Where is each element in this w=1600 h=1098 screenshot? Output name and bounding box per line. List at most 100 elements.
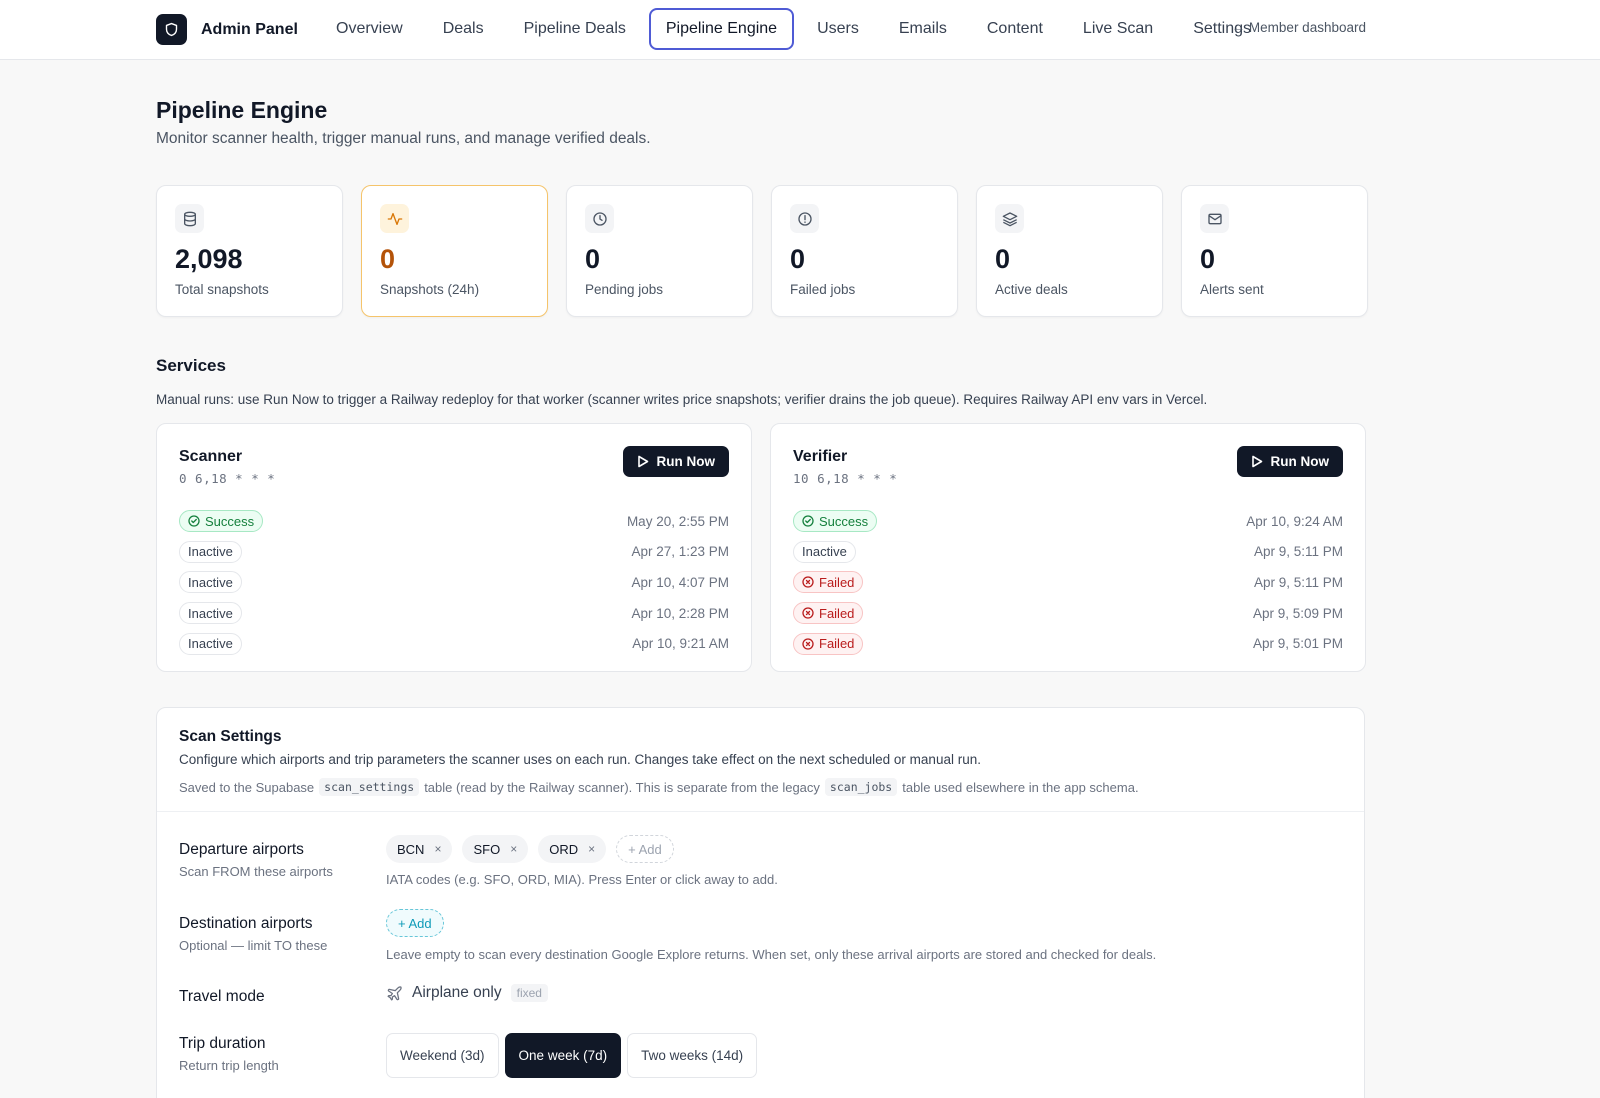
service-cron: 10 6,18 * * * [793, 471, 898, 486]
code-scan-jobs: scan_jobs [824, 778, 898, 796]
status-badge: Inactive [179, 602, 242, 625]
stat-card-failed-jobs: 0 Failed jobs [771, 185, 958, 317]
shield-icon [156, 14, 187, 45]
service-name: Verifier [793, 448, 848, 465]
service-card-scanner: Scanner 0 6,18 * * * Run Now Success May… [156, 423, 752, 672]
scan-settings-header: Scan Settings Configure which airports a… [157, 708, 1364, 812]
status-badge: Inactive [793, 540, 856, 563]
airport-chip: ORD × [538, 835, 607, 863]
destination-help: Leave empty to scan every destination Go… [386, 947, 1157, 962]
play-icon [637, 455, 648, 468]
status-text: Inactive [802, 544, 847, 560]
tab-content[interactable]: Content [970, 8, 1060, 50]
note-text: table (read by the Railway scanner). Thi… [424, 779, 820, 795]
services-title: Services [156, 356, 226, 375]
x-circle-icon [802, 607, 814, 619]
database-icon [175, 204, 204, 233]
stat-card-alerts-sent: 0 Alerts sent [1181, 185, 1368, 317]
run-time: Apr 27, 1:23 PM [631, 544, 729, 560]
note-text: Saved to the Supabase [179, 779, 315, 795]
run-time: Apr 9, 5:09 PM [1252, 605, 1343, 621]
travel-mode-value: Airplane only fixed [386, 984, 548, 1002]
play-icon [1251, 455, 1262, 468]
status-text: Success [205, 513, 255, 529]
member-dashboard-link[interactable]: ← Member dashboard [1232, 20, 1366, 35]
run-row: Inactive Apr 27, 1:23 PM [179, 537, 729, 568]
run-row: Success Apr 10, 9:24 AM [793, 506, 1343, 537]
status-badge: Inactive [179, 571, 242, 594]
trip-duration-weekend[interactable]: Weekend (3d) [386, 1033, 499, 1078]
status-badge: Failed [793, 602, 864, 625]
run-time: Apr 9, 5:11 PM [1253, 574, 1343, 590]
tab-pipeline-engine[interactable]: Pipeline Engine [648, 8, 795, 50]
departure-help: IATA codes (e.g. SFO, ORD, MIA). Press E… [386, 872, 778, 887]
brand[interactable]: Admin Panel [156, 14, 298, 45]
stat-card-total-snapshots: 2,098 Total snapshots [156, 185, 343, 317]
status-text: Failed [819, 636, 855, 652]
tab-live-scan[interactable]: Live Scan [1066, 8, 1170, 50]
tab-deals[interactable]: Deals [426, 8, 501, 50]
chip-label: SFO [473, 841, 501, 857]
run-time: Apr 9, 5:11 PM [1253, 544, 1343, 560]
close-icon[interactable]: × [510, 842, 517, 856]
stat-value: 0 [585, 244, 601, 274]
run-time: Apr 10, 9:24 AM [1246, 513, 1343, 529]
run-row: Success May 20, 2:55 PM [179, 506, 729, 537]
run-row: Inactive Apr 10, 4:07 PM [179, 567, 729, 598]
status-badge: Failed [793, 632, 864, 655]
top-nav: Admin Panel Overview Deals Pipeline Deal… [0, 0, 1600, 60]
stat-cards: 2,098 Total snapshots 0 Snapshots (24h) … [156, 185, 1368, 317]
status-text: Inactive [188, 544, 233, 560]
stat-card-snapshots-24h: 0 Snapshots (24h) [361, 185, 548, 317]
scanner-run-now-button[interactable]: Run Now [622, 446, 729, 477]
run-row: Failed Apr 9, 5:11 PM [793, 567, 1343, 598]
run-time: Apr 10, 4:07 PM [631, 574, 729, 590]
tab-emails[interactable]: Emails [882, 8, 964, 50]
run-time: Apr 9, 5:01 PM [1252, 636, 1343, 652]
close-icon[interactable]: × [434, 842, 441, 856]
status-text: Success [819, 513, 869, 529]
scan-settings-description: Configure which airports and trip parame… [179, 752, 981, 767]
x-circle-icon [802, 576, 814, 589]
stat-label: Pending jobs [585, 282, 664, 297]
airport-chip: SFO × [462, 835, 529, 863]
run-row: Inactive Apr 10, 9:21 AM [179, 628, 729, 659]
tab-pipeline-deals[interactable]: Pipeline Deals [507, 8, 643, 50]
tab-overview[interactable]: Overview [319, 8, 420, 50]
brand-title: Admin Panel [201, 20, 298, 38]
travel-mode-text: Airplane only [412, 984, 502, 1001]
status-badge: Success [179, 510, 264, 533]
chip-label: BCN [397, 841, 425, 857]
close-icon[interactable]: × [588, 842, 595, 856]
stat-label: Total snapshots [175, 282, 269, 297]
activity-icon [380, 204, 409, 233]
add-destination-airport-button[interactable]: + Add [386, 909, 444, 937]
fixed-tag: fixed [510, 984, 548, 1002]
status-badge: Inactive [179, 540, 242, 563]
airport-chip: BCN × [386, 835, 453, 863]
status-text: Failed [819, 605, 855, 621]
services-note: Manual runs: use Run Now to trigger a Ra… [156, 392, 1208, 407]
service-card-verifier: Verifier 10 6,18 * * * Run Now Success A… [770, 423, 1366, 672]
destination-airports-label: Destination airports [179, 915, 313, 932]
scan-settings-title: Scan Settings [179, 728, 282, 745]
stat-label: Snapshots (24h) [380, 282, 480, 297]
tab-users[interactable]: Users [800, 8, 876, 50]
status-text: Inactive [188, 605, 233, 621]
page-title: Pipeline Engine [156, 97, 328, 123]
trip-duration-one-week[interactable]: One week (7d) [504, 1033, 622, 1078]
run-row: Failed Apr 9, 5:09 PM [793, 598, 1343, 629]
code-scan-settings: scan_settings [319, 778, 420, 796]
travel-mode-label: Travel mode [179, 988, 265, 1005]
status-text: Inactive [188, 636, 233, 652]
trip-duration-label: Trip duration [179, 1035, 266, 1052]
run-row: Failed Apr 9, 5:01 PM [793, 628, 1343, 659]
departure-airports-sub: Scan FROM these airports [179, 864, 333, 879]
add-departure-airport-button[interactable]: + Add [616, 835, 674, 863]
page-subtitle: Monitor scanner health, trigger manual r… [156, 130, 651, 147]
verifier-run-now-button[interactable]: Run Now [1236, 446, 1343, 477]
status-badge: Success [793, 510, 878, 533]
trip-duration-sub: Return trip length [179, 1058, 279, 1073]
note-text: table used elsewhere in the app schema. [902, 779, 1139, 795]
trip-duration-two-weeks[interactable]: Two weeks (14d) [627, 1033, 758, 1078]
